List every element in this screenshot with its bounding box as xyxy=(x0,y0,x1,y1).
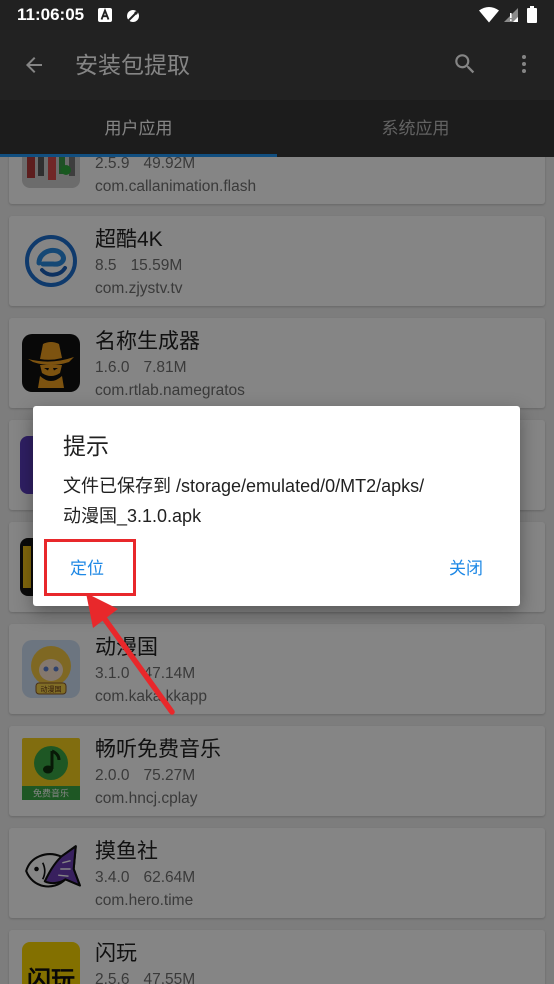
wifi-icon xyxy=(479,7,499,23)
app-notification-icon xyxy=(126,9,140,23)
dialog-title: 提示 xyxy=(63,433,109,459)
alert-dialog: 提示 文件已保存到 /storage/emulated/0/MT2/apks/ … xyxy=(33,406,520,606)
cell-signal-icon xyxy=(504,8,518,22)
status-time: 11:06:05 xyxy=(17,5,85,24)
dialog-message-line: 动漫国_3.1.0.apk xyxy=(63,506,202,526)
status-bar: 11:06:05 xyxy=(0,0,554,30)
battery-icon xyxy=(527,6,537,23)
dialog-message-line: 文件已保存到 /storage/emulated/0/MT2/apks/ xyxy=(63,476,425,496)
locate-button[interactable]: 定位 xyxy=(57,552,117,586)
a-box-notification-icon xyxy=(98,8,112,22)
close-button[interactable]: 关闭 xyxy=(436,552,496,586)
